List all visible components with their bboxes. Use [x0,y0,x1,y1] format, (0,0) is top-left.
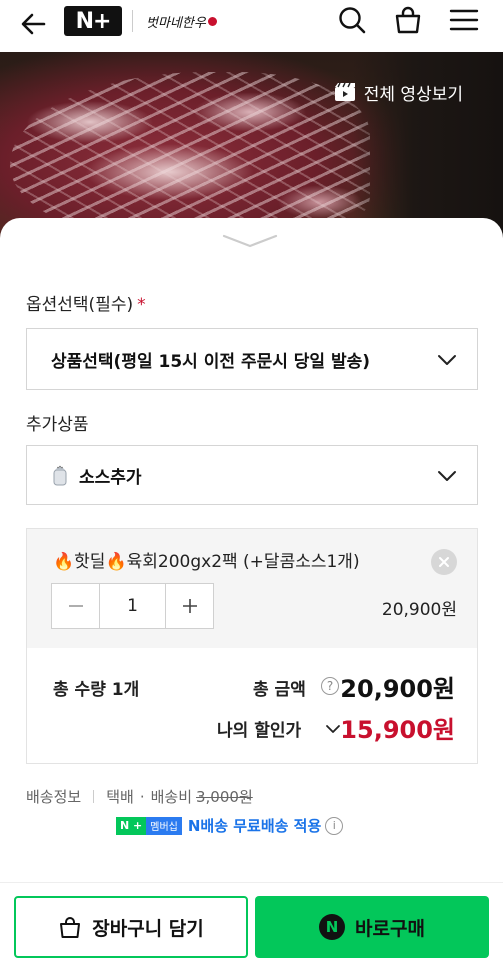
bottom-action-bar: 장바구니 담기 N 바로구매 [0,882,503,960]
shipping-info: 배송정보 택배 · 배송비 3,000원 [26,786,253,807]
video-clapper-icon [334,82,355,101]
salt-shaker-icon [53,465,67,486]
product-option-select[interactable]: 상품선택(평일 15시 이전 주문시 당일 발송) [26,328,478,390]
addon-select[interactable]: 소스추가 [26,445,478,505]
full-video-label: 전체 영상보기 [363,84,463,105]
plus-icon [182,599,197,613]
brand-seal-icon [207,16,217,26]
my-discount-label[interactable]: 나의 할인가 [217,716,301,741]
store-brand-text: 벗마네한우 [146,15,206,31]
info-icon[interactable]: i [325,816,344,835]
store-brand-logo[interactable]: 벗마네한우 [146,6,217,36]
remove-item-button[interactable] [431,549,457,575]
membership-badge: N + 멤버십 [116,816,182,835]
membership-free-shipping: N + 멤버십 N배송 무료배송 적용 i [116,815,344,836]
quantity-value[interactable]: 1 [99,584,166,628]
header-divider [132,10,133,32]
membership-shipping-text: N배송 무료배송 적용 [187,817,322,835]
help-icon[interactable]: ? [321,677,339,695]
add-to-cart-button[interactable]: 장바구니 담기 [14,896,248,958]
decrease-quantity-button[interactable] [52,584,99,628]
minus-icon [68,605,83,607]
add-to-cart-label: 장바구니 담기 [92,917,204,940]
naver-pay-icon: N [319,914,346,940]
item-price: 20,900원 [381,600,457,620]
back-arrow-icon[interactable] [18,8,50,40]
shipping-fee-label: 배송비 [150,788,192,806]
chevron-down-icon [438,471,456,481]
chevron-down-icon [438,355,456,365]
shipping-fee: 3,000원 [196,788,253,806]
addon-value: 소스추가 [79,467,142,488]
shipping-dot: · [139,787,145,806]
addon-label: 추가상품 [26,415,89,435]
buy-now-button[interactable]: N 바로구매 [255,896,489,958]
shipping-method: 택배 [106,788,134,806]
shipping-divider [93,790,95,803]
sheet-collapse-chevron-icon[interactable] [222,232,278,250]
required-star: * [137,295,146,315]
buy-now-label: 바로구매 [355,917,425,940]
shopping-bag-icon [60,917,81,938]
product-option-value: 상품선택(평일 15시 이전 주문시 당일 발송) [51,351,371,372]
naver-plus-logo[interactable]: N+ [64,6,122,36]
discount-price: 15,900원 [340,716,455,744]
naver-plus-badge: N + [116,816,147,835]
marbled-beef-image [10,72,370,242]
shopping-bag-icon[interactable] [392,4,424,36]
membership-badge-text: 멤버십 [146,816,182,835]
selected-item-title: 🔥핫딜🔥육회200gx2팩 (+달콤소스1개) [53,552,360,572]
close-icon [439,557,449,567]
shipping-label: 배송정보 [26,788,82,806]
full-video-button[interactable]: 전체 영상보기 [334,77,463,107]
total-amount-label: 총 금액 [253,680,306,700]
search-icon[interactable] [336,4,368,36]
top-header: N+ 벗마네한우 [0,0,503,52]
increase-quantity-button[interactable] [166,584,213,628]
required-option-label: 옵션선택(필수) * [26,290,146,315]
chevron-down-icon[interactable] [325,721,341,737]
total-amount: 20,900원 [340,675,455,703]
selected-item-card: 🔥핫딜🔥육회200gx2팩 (+달콤소스1개) 1 20,900원 총 수량 1… [26,528,478,764]
quantity-stepper: 1 [51,583,214,629]
selected-item-header: 🔥핫딜🔥육회200gx2팩 (+달콤소스1개) 1 20,900원 [27,529,477,648]
option-bottom-sheet: 옵션선택(필수) * 상품선택(평일 15시 이전 주문시 당일 발송) 추가상품… [0,218,503,960]
hamburger-menu-icon[interactable] [448,4,480,36]
required-option-text: 옵션선택(필수) [26,295,134,315]
total-quantity: 총 수량 1개 [53,680,140,700]
